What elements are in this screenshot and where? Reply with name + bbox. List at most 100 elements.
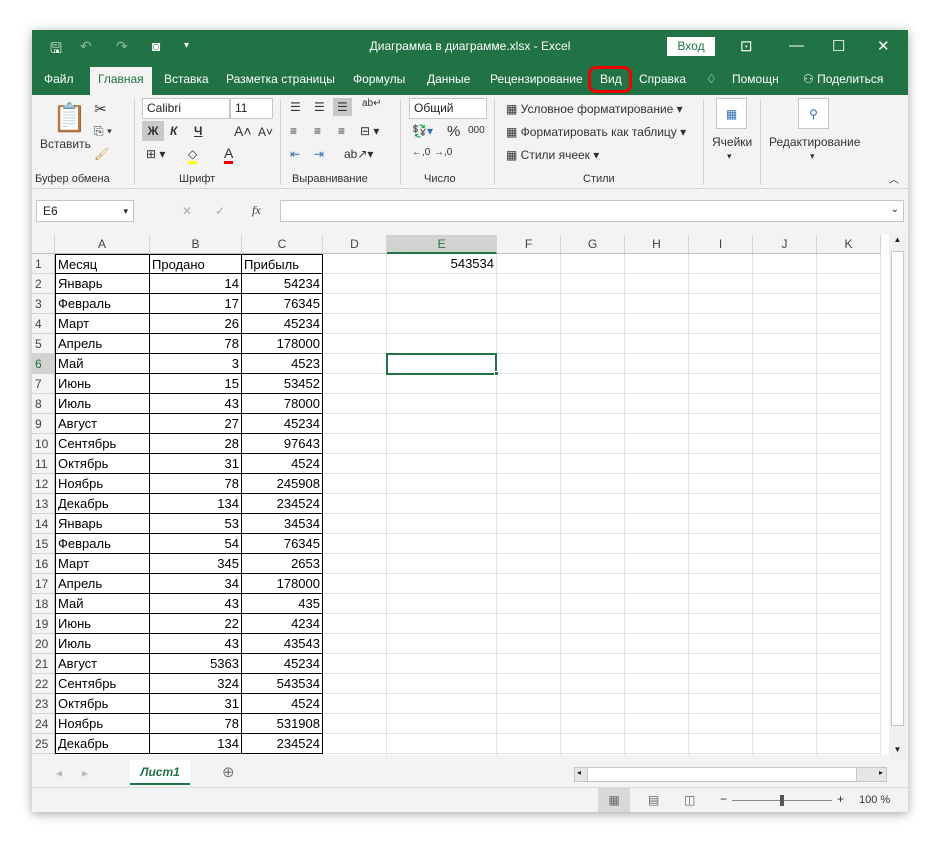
cell-a15[interactable]: Февраль	[55, 534, 150, 554]
align-center-icon[interactable]: ≡	[314, 124, 321, 138]
cell-h16[interactable]	[625, 554, 689, 574]
cell-g6[interactable]	[561, 354, 625, 374]
row-header-2[interactable]: 2	[32, 274, 55, 294]
insert-function-button[interactable]: fx	[252, 203, 261, 218]
cell-k20[interactable]	[817, 634, 881, 654]
cell-h5[interactable]	[625, 334, 689, 354]
cell-g10[interactable]	[561, 434, 625, 454]
column-header-i[interactable]: I	[689, 235, 753, 254]
column-header-f[interactable]: F	[497, 235, 561, 254]
cell-e19[interactable]	[387, 614, 497, 634]
collapse-ribbon-icon[interactable]: ︿	[889, 171, 899, 186]
cell-f4[interactable]	[497, 314, 561, 334]
zoom-in-icon[interactable]: +	[837, 792, 844, 806]
cell-g18[interactable]	[561, 594, 625, 614]
cell-g19[interactable]	[561, 614, 625, 634]
cell-b14[interactable]: 53	[150, 514, 242, 534]
cell-d11[interactable]	[323, 454, 387, 474]
cell-k6[interactable]	[817, 354, 881, 374]
cell-c9[interactable]: 45234	[242, 414, 323, 434]
cell-h2[interactable]	[625, 274, 689, 294]
cell-b24[interactable]: 78	[150, 714, 242, 734]
cell-k10[interactable]	[817, 434, 881, 454]
cell-b15[interactable]: 54	[150, 534, 242, 554]
cell-d3[interactable]	[323, 294, 387, 314]
cell-g4[interactable]	[561, 314, 625, 334]
normal-view-icon[interactable]: ▦	[598, 788, 630, 812]
cell-f23[interactable]	[497, 694, 561, 714]
cell-d12[interactable]	[323, 474, 387, 494]
cell-g24[interactable]	[561, 714, 625, 734]
cell-b9[interactable]: 27	[150, 414, 242, 434]
cell-b13[interactable]: 134	[150, 494, 242, 514]
cell-a16[interactable]: Март	[55, 554, 150, 574]
cell-h11[interactable]	[625, 454, 689, 474]
cell-b16[interactable]: 345	[150, 554, 242, 574]
vertical-scrollbar[interactable]: ▲ ▼	[889, 235, 906, 760]
cell-h14[interactable]	[625, 514, 689, 534]
column-header-e[interactable]: E	[387, 235, 497, 254]
cell-g25[interactable]	[561, 734, 625, 754]
cell-i4[interactable]	[689, 314, 753, 334]
cell-d1[interactable]	[323, 254, 387, 274]
cell-g11[interactable]	[561, 454, 625, 474]
cell-j6[interactable]	[753, 354, 817, 374]
find-icon[interactable]: ⚲	[798, 98, 829, 129]
cell-e26[interactable]	[387, 754, 497, 755]
zoom-out-icon[interactable]: −	[720, 792, 727, 806]
align-top-icon[interactable]: ☰	[290, 100, 301, 114]
increase-indent-icon[interactable]: ⇥	[314, 147, 324, 161]
select-all-corner[interactable]	[32, 235, 55, 254]
cell-h17[interactable]	[625, 574, 689, 594]
cell-g17[interactable]	[561, 574, 625, 594]
cell-i7[interactable]	[689, 374, 753, 394]
row-header-19[interactable]: 19	[32, 614, 55, 634]
cell-c26[interactable]	[242, 754, 323, 755]
cell-e21[interactable]	[387, 654, 497, 674]
cell-j14[interactable]	[753, 514, 817, 534]
cell-a12[interactable]: Ноябрь	[55, 474, 150, 494]
percent-button[interactable]: %	[447, 123, 460, 140]
cell-d9[interactable]	[323, 414, 387, 434]
cell-g3[interactable]	[561, 294, 625, 314]
cell-j10[interactable]	[753, 434, 817, 454]
cell-e10[interactable]	[387, 434, 497, 454]
cell-styles-button[interactable]: ▦ Стили ячеек ▾	[506, 148, 599, 162]
copy-icon[interactable]: ⎘ ▾	[94, 124, 112, 139]
add-sheet-icon[interactable]: ⊕	[222, 763, 235, 781]
cell-i23[interactable]	[689, 694, 753, 714]
cell-f12[interactable]	[497, 474, 561, 494]
number-format-select[interactable]: Общий	[409, 98, 487, 119]
cell-e8[interactable]	[387, 394, 497, 414]
horizontal-scrollbar[interactable]: ◂ ▸	[574, 767, 887, 782]
align-right-icon[interactable]: ≡	[338, 124, 345, 138]
cell-h6[interactable]	[625, 354, 689, 374]
row-header-1[interactable]: 1	[32, 254, 55, 274]
editing-button[interactable]: Редактирование	[769, 135, 860, 149]
cell-a10[interactable]: Сентябрь	[55, 434, 150, 454]
cell-b5[interactable]: 78	[150, 334, 242, 354]
cell-f7[interactable]	[497, 374, 561, 394]
cell-b11[interactable]: 31	[150, 454, 242, 474]
enter-icon[interactable]: ✓	[215, 204, 225, 218]
formula-input[interactable]: ⌄	[280, 200, 904, 222]
cell-b12[interactable]: 78	[150, 474, 242, 494]
row-header-9[interactable]: 9	[32, 414, 55, 434]
tab-file[interactable]: Файл	[44, 72, 74, 86]
wrap-text-icon[interactable]: ab↵	[362, 98, 382, 109]
column-header-g[interactable]: G	[561, 235, 625, 254]
column-header-d[interactable]: D	[323, 235, 387, 254]
cell-k11[interactable]	[817, 454, 881, 474]
cell-h3[interactable]	[625, 294, 689, 314]
column-header-b[interactable]: B	[150, 235, 242, 254]
cell-f15[interactable]	[497, 534, 561, 554]
cell-k2[interactable]	[817, 274, 881, 294]
cell-f8[interactable]	[497, 394, 561, 414]
cell-e15[interactable]	[387, 534, 497, 554]
cell-b6[interactable]: 3	[150, 354, 242, 374]
cell-d25[interactable]	[323, 734, 387, 754]
increase-font-icon[interactable]: A˄	[234, 123, 252, 139]
cell-b10[interactable]: 28	[150, 434, 242, 454]
cell-i21[interactable]	[689, 654, 753, 674]
cell-j25[interactable]	[753, 734, 817, 754]
